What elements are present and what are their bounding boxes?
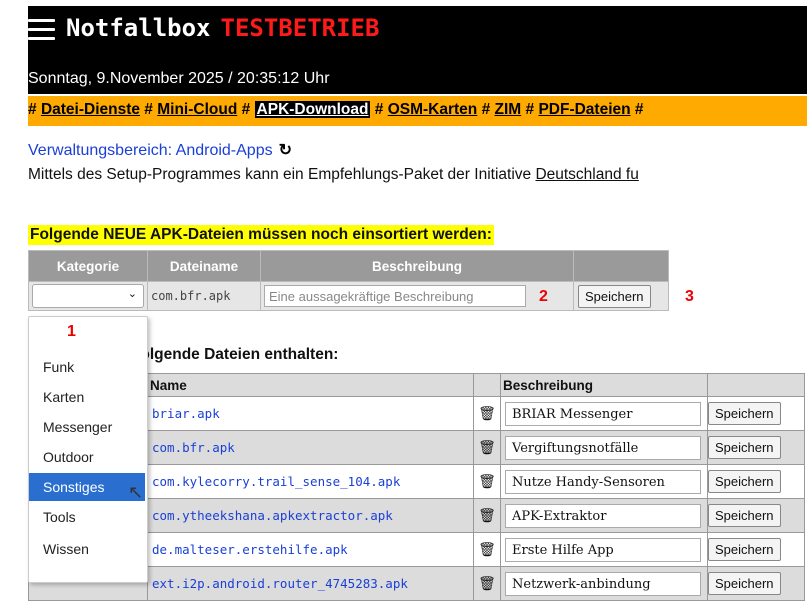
file-link[interactable]: ext.i2p.android.router_4745283.apk [148, 567, 473, 600]
section-title: Verwaltungsbereich: Android-Apps ↻ [28, 140, 292, 160]
nav-links: # Datei-Dienste # Mini-Cloud # APK-Downl… [28, 101, 644, 118]
app-name: Notfallbox [66, 14, 211, 42]
nav-item-zim[interactable]: ZIM [495, 101, 522, 118]
new-files-heading: Folgende NEUE APK-Dateien müssen noch ei… [28, 225, 494, 245]
refresh-icon[interactable]: ↻ [279, 140, 292, 160]
filename-cell: com.bfr.apk [148, 282, 260, 310]
chevron-down-icon: ⌄ [127, 287, 137, 300]
category-select[interactable]: ⌄ [32, 284, 144, 308]
intro-prefix: Mittels des Setup-Programmes kann ein Em… [28, 166, 536, 183]
intro-link[interactable]: Deutschland fu [535, 166, 638, 183]
col-name: Name [148, 374, 473, 396]
file-link[interactable]: de.malteser.erstehilfe.apk [148, 533, 473, 566]
save-button[interactable]: Speichern [708, 402, 781, 425]
save-button[interactable]: Speichern [708, 538, 781, 561]
save-button[interactable]: Speichern [708, 470, 781, 493]
new-files-table: Kategorie Dateiname Beschreibung ⌄ com.b… [28, 250, 669, 311]
save-button[interactable]: Speichern [578, 284, 651, 308]
col-beschreibung: Beschreibung [261, 251, 573, 281]
nav-item-mini-cloud[interactable]: Mini-Cloud [157, 101, 237, 118]
mode-badge: TESTBETRIEB [220, 14, 380, 42]
datetime-text: Sonntag, 9.November 2025 / 20:35:12 Uhr [28, 70, 330, 87]
file-link[interactable]: com.bfr.apk [148, 431, 473, 464]
app-title: Notfallbox TESTBETRIEB [66, 14, 379, 42]
page: Notfallbox TESTBETRIEB Sonntag, 9.Novembe… [0, 0, 807, 601]
description-field[interactable]: APK-Extraktor [505, 503, 701, 528]
save-button[interactable]: Speichern [708, 504, 781, 527]
file-link[interactable]: com.kylecorry.trail_sense_104.apk [148, 465, 473, 498]
marker-1-overlay: 1 [67, 323, 76, 340]
save-button[interactable]: Speichern [708, 572, 781, 595]
col-action [574, 251, 668, 281]
category-cell: ⌄ [29, 282, 147, 310]
section-title-text: Verwaltungsbereich: Android-Apps [28, 142, 273, 159]
mouse-cursor-icon: ↖ [128, 482, 144, 503]
save-cell: Speichern [574, 282, 668, 310]
description-field[interactable]: Vergiftungsnotfälle [505, 435, 701, 460]
dropdown-option-tools[interactable]: Tools [29, 503, 145, 531]
col-beschreibung-2: Beschreibung [501, 374, 707, 396]
description-field[interactable]: Nutze Handy-Sensoren [505, 469, 701, 494]
description-cell: Eine aussagekräftige Beschreibung [261, 282, 573, 310]
dropdown-option-outdoor[interactable]: Outdoor [29, 443, 145, 471]
dropdown-option-messenger[interactable]: Messenger [29, 413, 145, 441]
trash-icon[interactable]: 🗑 [474, 397, 500, 430]
col-dateiname: Dateiname [148, 251, 260, 281]
save-button[interactable]: Speichern [708, 436, 781, 459]
nav-item-osm-karten[interactable]: OSM-Karten [388, 101, 478, 118]
trash-icon[interactable]: 🗑 [474, 465, 500, 498]
col-kategorie: Kategorie [29, 251, 147, 281]
trash-icon[interactable]: 🗑 [474, 533, 500, 566]
description-input[interactable]: Eine aussagekräftige Beschreibung [264, 285, 526, 307]
dropdown-option-karten[interactable]: Karten [29, 383, 145, 411]
nav-item-apk-download[interactable]: APK-Download [254, 101, 371, 118]
trash-icon[interactable]: 🗑 [474, 567, 500, 600]
marker-3: 3 [685, 288, 694, 305]
description-field[interactable]: Netzwerk-anbindung [505, 571, 701, 596]
trash-icon[interactable]: 🗑 [474, 431, 500, 464]
marker-2: 2 [539, 288, 548, 305]
category-heading-text: folgende Dateien enthalten: [135, 346, 339, 363]
nav-item-datei-dienste[interactable]: Datei-Dienste [41, 101, 140, 118]
description-field[interactable]: BRIAR Messenger [505, 401, 701, 426]
dropdown-option-funk[interactable]: Funk [29, 353, 145, 381]
intro-text: Mittels des Setup-Programmes kann ein Em… [28, 166, 639, 184]
file-link[interactable]: com.ytheekshana.apkextractor.apk [148, 499, 473, 532]
category-dropdown: Funk Karten Messenger Outdoor Sonstiges … [28, 316, 148, 583]
nav-item-pdf-dateien[interactable]: PDF-Dateien [538, 101, 630, 118]
trash-icon[interactable]: 🗑 [474, 499, 500, 532]
description-field[interactable]: Erste Hilfe App [505, 537, 701, 562]
hamburger-menu-icon[interactable] [28, 19, 55, 41]
file-link[interactable]: briar.apk [148, 397, 473, 430]
dropdown-option-wissen[interactable]: Wissen [29, 535, 145, 563]
